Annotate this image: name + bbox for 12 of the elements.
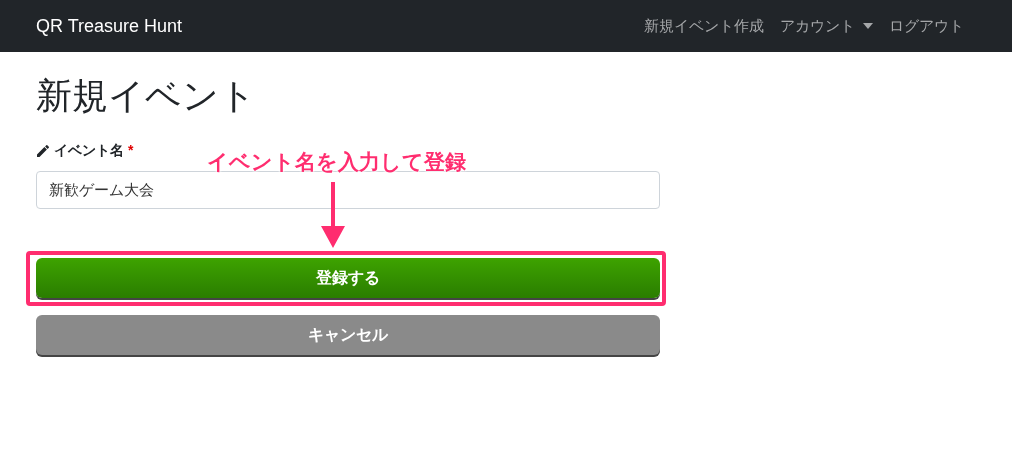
- nav-link[interactable]: ログアウト: [889, 14, 964, 38]
- down-arrow-icon: [321, 182, 345, 248]
- nav-link[interactable]: 新規イベント作成: [644, 14, 764, 38]
- cancel-button[interactable]: キャンセル: [36, 315, 660, 355]
- page-title: 新規イベント: [36, 74, 257, 118]
- account-dropdown[interactable]: アカウント: [780, 14, 873, 38]
- brand-link[interactable]: QR Treasure Hunt: [36, 12, 183, 40]
- field-label: イベント名: [54, 141, 124, 160]
- required-mark: *: [128, 141, 134, 160]
- submit-button[interactable]: 登録する: [36, 258, 660, 298]
- caret-icon: [863, 23, 873, 29]
- pencil-icon: [36, 143, 50, 158]
